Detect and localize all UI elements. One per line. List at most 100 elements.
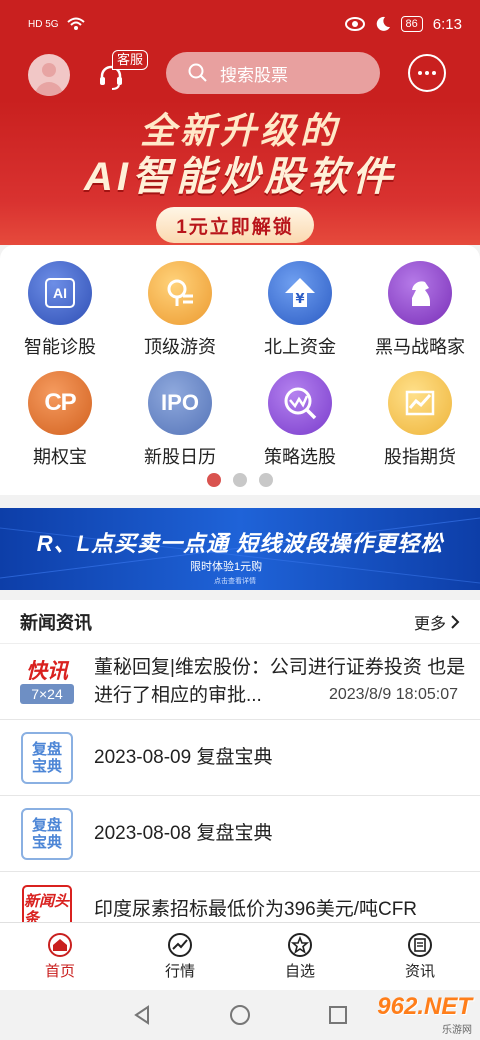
ad-subtitle: 限时体验1元购 [190, 561, 263, 573]
tab-watchlist[interactable]: 自选 [240, 923, 360, 990]
message-button[interactable] [408, 54, 446, 92]
clock: 6:13 [432, 15, 462, 33]
grid-item-top-traders[interactable]: 顶级游资 [120, 261, 240, 359]
status-bar: HD 5G 86 6:13 [0, 0, 480, 48]
strategy-search-icon [268, 371, 332, 435]
message-dot-icon [425, 71, 429, 75]
grid-item-options[interactable]: CP 期权宝 [0, 371, 120, 469]
back-icon[interactable] [131, 1004, 153, 1026]
top-header: 客服 搜索股票 [0, 48, 480, 100]
promo-banner[interactable]: 全新升级的 AI智能炒股软件 1元立即解锁 [0, 100, 480, 245]
grid-label: 股指期货 [384, 447, 456, 467]
page-dot[interactable] [259, 473, 273, 487]
ai-chip-label: AI [45, 278, 75, 308]
unlock-button[interactable]: 1元立即解锁 [156, 207, 314, 243]
more-link[interactable]: 更多 [414, 610, 460, 634]
message-dot-icon [418, 71, 422, 75]
watermark-subtitle: 乐游网 [442, 1024, 472, 1036]
xinwen-icon: 新闻头条 [20, 883, 74, 922]
grid-label: 黑马战略家 [375, 337, 465, 357]
grid-label: 策略选股 [264, 447, 336, 467]
chess-horse-icon [388, 261, 452, 325]
kuaixun-sub-label: 7×24 [20, 683, 74, 704]
search-input[interactable]: 搜索股票 [166, 52, 380, 94]
avatar-head [42, 63, 56, 77]
grid-item-index-futures[interactable]: 股指期货 [360, 371, 480, 469]
news-header: 新闻资讯 更多 [0, 600, 480, 644]
search-placeholder: 搜索股票 [220, 65, 288, 85]
tab-home[interactable]: 首页 [0, 923, 120, 990]
news-item[interactable]: 复盘宝典 2023-08-09 复盘宝典 [0, 720, 480, 796]
page-dot[interactable] [233, 473, 247, 487]
news-section: 新闻资讯 更多 快讯 7×24 董秘回复|维宏股份：公司进行证券投资 也是进行了… [0, 600, 480, 922]
tab-market[interactable]: 行情 [120, 923, 240, 990]
feature-grid: AI 智能诊股 顶级游资 ¥ 北上资金 黑马战略家 CP 期权宝 IPO 新股日… [0, 245, 480, 495]
news-item[interactable]: 新闻头条 印度尿素招标最低价为396美元/吨CFR [0, 872, 480, 922]
news-headline: 印度尿素招标最低价为396美元/吨CFR [94, 898, 418, 920]
wifi-icon [66, 17, 85, 30]
coin-magnifier-icon [148, 261, 212, 325]
network-indicator: HD 5G [28, 18, 59, 30]
status-right: 86 6:13 [344, 15, 462, 33]
fupan-icon: 复盘宝典 [20, 807, 74, 861]
home-circle-icon[interactable] [229, 1004, 251, 1026]
more-label: 更多 [413, 615, 446, 633]
bottom-nav: 首页 行情 自选 资讯 [0, 922, 480, 990]
home-icon [48, 933, 72, 957]
grid-label: 新股日历 [144, 447, 216, 467]
customer-service-button[interactable]: 客服 [96, 50, 156, 96]
index-chart-icon [388, 371, 452, 435]
ipo-icon: IPO [148, 371, 212, 435]
grid-item-dark-horse[interactable]: 黑马战略家 [360, 261, 480, 359]
tab-label: 首页 [44, 963, 75, 980]
market-chart-icon [168, 933, 192, 957]
tab-label: 自选 [284, 963, 315, 980]
ad-banner[interactable]: R、L点买卖一点通 短线波段操作更轻松 限时体验1元购 点击查看详情 [0, 508, 480, 590]
avatar-body [35, 82, 63, 96]
message-dot-icon [432, 71, 436, 75]
ad-detail-text: 点击查看详情 [214, 578, 256, 585]
news-headline: 2023-08-08 复盘宝典 [94, 822, 273, 844]
news-item[interactable]: 快讯 7×24 董秘回复|维宏股份：公司进行证券投资 也是进行了相应的审批...… [0, 644, 480, 720]
battery-icon: 86 [400, 16, 423, 32]
grid-label: 智能诊股 [24, 337, 96, 357]
page-dot[interactable] [207, 473, 221, 487]
ai-chip-icon: AI [28, 261, 92, 325]
grid-item-strategy[interactable]: 策略选股 [240, 371, 360, 469]
page-indicator [0, 473, 480, 487]
tab-news[interactable]: 资讯 [360, 923, 480, 990]
news-title: 新闻资讯 [20, 612, 92, 633]
grid-label: 顶级游资 [144, 337, 216, 357]
fupan-label: 复盘宝典 [21, 807, 73, 860]
news-timestamp: 2023/8/9 18:05:07 [328, 686, 458, 704]
tab-label: 资讯 [404, 963, 435, 980]
fupan-icon: 复盘宝典 [20, 731, 74, 785]
kuaixun-label: 快讯 [26, 659, 68, 683]
search-icon [188, 63, 207, 82]
yuan-symbol: ¥ [295, 292, 304, 307]
moon-icon [376, 16, 390, 31]
news-headline: 2023-08-09 复盘宝典 [94, 746, 273, 768]
yuan-up-arrow-icon: ¥ [268, 261, 332, 325]
grid-item-diagnosis[interactable]: AI 智能诊股 [0, 261, 120, 359]
tab-label: 行情 [164, 963, 195, 980]
banner-title: AI智能炒股软件 [84, 155, 396, 199]
chevron-right-icon [451, 614, 460, 629]
kuaixun-icon: 快讯 7×24 [20, 655, 74, 709]
grid-item-northbound[interactable]: ¥ 北上资金 [240, 261, 360, 359]
grid-label: 期权宝 [33, 447, 87, 467]
service-label: 客服 [112, 50, 149, 70]
site-watermark: 962.NET 乐游网 [336, 992, 472, 1036]
star-icon [288, 933, 312, 957]
ad-title: R、L点买卖一点通 短线波段操作更轻松 [36, 531, 444, 556]
eye-icon [344, 17, 365, 31]
xinwen-label: 新闻头条 [22, 884, 72, 922]
avatar[interactable] [28, 54, 70, 96]
news-item[interactable]: 复盘宝典 2023-08-08 复盘宝典 [0, 796, 480, 872]
grid-label: 北上资金 [264, 337, 336, 357]
cp-icon: CP [28, 371, 92, 435]
status-left: HD 5G [28, 17, 85, 31]
grid-item-ipo[interactable]: IPO 新股日历 [120, 371, 240, 469]
fupan-label: 复盘宝典 [21, 731, 73, 784]
news-list-icon [408, 933, 432, 957]
